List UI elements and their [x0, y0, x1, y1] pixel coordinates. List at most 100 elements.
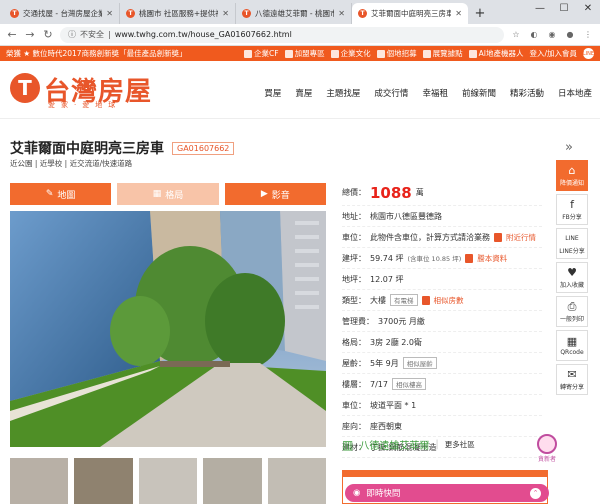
maximize-button[interactable]: ☐ [552, 0, 576, 18]
culture-icon [330, 49, 339, 58]
document-icon [465, 253, 474, 263]
info-icon[interactable]: ⓘ [68, 29, 76, 40]
price-unit: 萬 [415, 188, 424, 197]
browser-tab-1[interactable]: T 交通找屋 - 台灣房屋企業 ✕ [4, 3, 120, 24]
forward-arrow-icon[interactable]: → [24, 28, 36, 41]
transcript-link[interactable]: 謄本資料 [477, 253, 507, 264]
qrcode-button[interactable]: ▦ QRcode [556, 330, 588, 361]
close-tab-icon[interactable]: ✕ [222, 9, 229, 18]
facing-row: 座向： 座西朝東 [342, 416, 542, 437]
side-toolbar: ⌂ 降價通知 f FB分享 LINE LINE分享 ♥ 加入收藏 ⎙ 一般列印 ▦ QRco… [556, 160, 588, 395]
close-tab-icon[interactable]: ✕ [106, 9, 113, 18]
collapse-chevron-icon[interactable]: » [565, 140, 573, 155]
nav-item[interactable]: 成交行情 [374, 87, 408, 99]
print-button[interactable]: ⎙ 一般列印 [556, 296, 588, 327]
photo-thumbnail[interactable] [10, 458, 69, 504]
site-logo[interactable]: T 台灣房屋 愛家·愛地球 [10, 71, 180, 111]
browser-tab-2[interactable]: T 桃園市 社區服務+提供社 ✕ [120, 3, 236, 24]
close-tab-icon[interactable]: ✕ [338, 9, 345, 18]
car-row: 車位： 坡道平面 * 1 [342, 395, 542, 416]
community-link[interactable]: 八德遠雄艾菲爾 [359, 437, 429, 452]
nav-item[interactable]: 前線新聞 [462, 87, 496, 99]
browser-tab-strip: T 交通找屋 - 台灣房屋企業 ✕ T 桃園市 社區服務+提供社 ✕ T 八德遠… [0, 0, 600, 24]
back-arrow-icon[interactable]: ← [6, 28, 18, 41]
window-controls: — ☐ ✕ [528, 0, 600, 18]
media-tabs: ✎ 地圖 ▦ 格局 ▶ 影音 [10, 183, 326, 205]
printer-icon: ⎙ [567, 299, 577, 313]
facebook-icon: f [570, 197, 574, 211]
nav-item[interactable]: 主題找屋 [326, 87, 360, 99]
photo-thumbnail[interactable] [74, 458, 133, 504]
document-icon [421, 295, 430, 305]
reload-icon[interactable]: ↻ [42, 28, 54, 41]
line-share-button[interactable]: LINE LINE分享 [556, 228, 588, 259]
similar-age-pill[interactable]: 相似屋齡 [402, 357, 437, 369]
tab-title: 八德遠雄艾菲爾 - 桃園市 [255, 9, 335, 18]
nearby-price-link[interactable]: 附近行情 [506, 232, 536, 243]
tab-video[interactable]: ▶ 影音 [224, 183, 326, 205]
extension-icon[interactable]: ◉ [546, 29, 558, 41]
photo-thumbnail[interactable] [138, 458, 198, 504]
favorite-button[interactable]: ♥ 加入收藏 [556, 262, 588, 293]
nav-item[interactable]: 買屋 [264, 87, 281, 99]
browser-tab-active[interactable]: T 艾菲爾面中庭明亮三房車 ✕ [352, 3, 468, 24]
tab-floorplan[interactable]: ▦ 格局 [117, 183, 219, 205]
topbar-link[interactable]: 企業CF [244, 48, 279, 59]
listing-info: 總價： 1088 萬 地址： 桃園市八德區豐德路 車位： 此物件含車位，計算方式請洽… [342, 180, 542, 458]
photo-thumbnail[interactable] [267, 458, 327, 504]
topbar-link[interactable]: 個地招募 [376, 48, 417, 59]
main-nav: 買屋 賣屋 主題找屋 成交行情 幸福租 前線新聞 精彩活動 日本地產 [264, 87, 592, 99]
logo-mark-icon: T [10, 73, 40, 103]
line-icon: LINE [565, 234, 579, 242]
close-tab-icon[interactable]: ✕ [455, 9, 462, 18]
photo-thumbnail[interactable] [203, 458, 262, 504]
award-promo[interactable]: 榮獲 ★ 數位時代2017商務創新獎「最佳產品創新獎」 [6, 48, 238, 59]
login-link[interactable]: 登入/加入會員 [529, 48, 577, 59]
recruit-icon [376, 49, 385, 58]
topbar-link[interactable]: 企業文化 [330, 48, 371, 59]
minimize-button[interactable]: — [528, 0, 552, 18]
browser-tab-3[interactable]: T 八德遠雄艾菲爾 - 桃園市 ✕ [236, 3, 352, 24]
address-row: 地址： 桃園市八德區豐德路 [342, 206, 542, 227]
nav-item[interactable]: 幸福租 [422, 87, 448, 99]
price-row: 總價： 1088 萬 [342, 180, 542, 206]
listing-tags: 近公園 | 近學校 | 近交流道/快速道路 [10, 159, 133, 168]
nav-item[interactable]: 精彩活動 [510, 87, 544, 99]
email-share-button[interactable]: ✉ 轉寄分享 [556, 364, 588, 395]
menu-icon[interactable]: ⋮ [582, 29, 594, 41]
watermark-logo-icon [537, 434, 557, 454]
more-communities-link[interactable]: 更多社區 [445, 439, 475, 450]
similar-houses-link[interactable]: 相似房數 [434, 295, 464, 306]
nav-item[interactable]: 日本地產 [558, 87, 592, 99]
nav-item[interactable]: 賣屋 [295, 87, 312, 99]
site-favicon-icon: T [358, 9, 367, 18]
topbar-link[interactable]: AI地產機器人 [468, 48, 523, 59]
tab-title: 交通找屋 - 台灣房屋企業 [23, 9, 103, 18]
chevron-up-icon[interactable]: ⌃ [530, 487, 541, 499]
cf-icon [244, 49, 253, 58]
divider: | [108, 30, 111, 39]
line-icon[interactable]: LINE [583, 48, 594, 59]
map-icon: ✎ [45, 189, 54, 199]
layout-row: 格局： 3房 2廳 2.0衛 [342, 332, 542, 353]
age-row: 屋齡： 5年 9月 相似屋齡 [342, 353, 542, 374]
facebook-share-button[interactable]: f FB分享 [556, 194, 588, 225]
mail-icon: ✉ [567, 367, 577, 381]
quick-chat-bar[interactable]: ◉ 即時快問 ⌃ [345, 484, 549, 502]
extension-icon[interactable]: ◐ [528, 29, 540, 41]
tab-map[interactable]: ✎ 地圖 [10, 183, 112, 205]
url-field[interactable]: ⓘ 不安全 | www.twhg.com.tw/house_GA01607662… [60, 26, 504, 43]
area-row: 建坪： 59.74 坪 (含車位 10.85 坪) 謄本資料 [342, 248, 542, 269]
star-icon[interactable]: ☆ [510, 29, 522, 41]
profile-icon[interactable]: ● [564, 29, 576, 41]
topbar-link[interactable]: 展覽據點 [422, 48, 463, 59]
main-listing-photo[interactable] [10, 211, 326, 447]
new-tab-button[interactable]: + [472, 6, 488, 21]
similar-floor-pill[interactable]: 相似樓高 [391, 378, 426, 390]
topbar-link[interactable]: 加盟專區 [284, 48, 325, 59]
close-window-button[interactable]: ✕ [576, 0, 600, 18]
courtyard-photo [10, 211, 326, 447]
floor-row: 樓層： 7/17 相似樓高 [342, 374, 542, 395]
logo-slogan: 愛家·愛地球 [48, 101, 122, 109]
price-drop-alert-button[interactable]: ⌂ 降價通知 [556, 160, 588, 191]
